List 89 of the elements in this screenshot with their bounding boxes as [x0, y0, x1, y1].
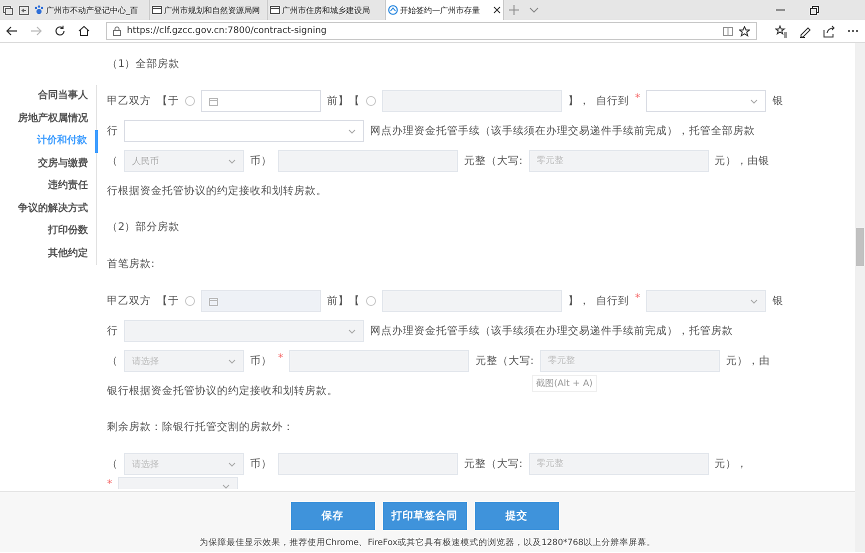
sidebar-item[interactable]: 交房与缴费	[0, 152, 96, 175]
form-text: 自行到	[596, 94, 629, 108]
required-mark: *	[635, 292, 640, 304]
chevron-down-icon	[750, 98, 758, 104]
form-text: 元整（大写:	[464, 457, 523, 471]
home-icon[interactable]	[78, 25, 90, 37]
form-text: （	[107, 457, 118, 471]
browser-tab[interactable]: 开始签约—广州市存量	[386, 0, 504, 20]
form-text: 甲乙双方	[107, 294, 151, 308]
form-text: 币）	[250, 154, 272, 168]
reading-view-icon[interactable]	[723, 26, 734, 36]
form-text: 元整（大写:	[464, 154, 523, 168]
chevron-down-icon	[348, 328, 356, 334]
refresh-icon[interactable]	[54, 25, 66, 37]
required-mark: *	[635, 92, 640, 104]
form-text: 行	[107, 324, 118, 338]
radio-button[interactable]	[185, 96, 195, 106]
close-icon[interactable]	[493, 6, 501, 14]
form-text: 元），由银	[714, 154, 770, 168]
form-text: 币）	[250, 354, 272, 368]
favorites-icon[interactable]	[774, 24, 788, 38]
browser-tab[interactable]: 广州市不动产登记中心_百	[32, 0, 150, 20]
chevron-down-icon	[228, 358, 236, 364]
pen-icon[interactable]	[798, 24, 812, 38]
browser-hint: 为保障最佳显示效果，推荐使用Chrome、FireFox或其它具有极速模式的浏览器，以及1280*768以上分辨率屏幕。	[199, 537, 656, 549]
form-text: 甲乙双方	[107, 94, 151, 108]
forward-icon[interactable]	[30, 25, 42, 37]
chevron-down-icon	[228, 158, 236, 164]
select-field[interactable]	[124, 120, 364, 142]
form-text: 元整（大写:	[475, 354, 534, 368]
required-mark: *	[278, 352, 284, 364]
back-icon[interactable]	[6, 25, 18, 37]
date-field[interactable]	[201, 90, 321, 112]
form-text: （	[107, 154, 118, 168]
minimize-icon[interactable]	[776, 9, 784, 11]
restore-icon[interactable]	[810, 6, 818, 14]
form-text: （	[107, 354, 118, 368]
form-text: 【于	[157, 294, 179, 308]
star-icon[interactable]	[739, 26, 750, 36]
form-text: 币）	[250, 457, 272, 471]
form-text: 前】【	[327, 294, 360, 308]
form-text: 前】【	[327, 94, 360, 108]
form-text: 】，	[568, 294, 590, 308]
paw-icon	[34, 5, 44, 15]
sidebar-item[interactable]: 打印份数	[0, 220, 96, 242]
form-text: 自行到	[596, 294, 629, 308]
tab-actions-icon[interactable]	[3, 6, 13, 14]
lock-icon	[112, 26, 121, 36]
calendar-icon	[209, 296, 218, 306]
form-text: 行根据资金托管协议的约定接收和划转房款。	[107, 184, 327, 199]
chevron-down-icon	[228, 462, 236, 466]
sidebar-item[interactable]: 其他约定	[0, 242, 96, 265]
chevron-down-icon[interactable]	[529, 7, 539, 13]
form-text: 银	[772, 294, 784, 308]
section-heading: （1）全部房款	[107, 57, 180, 72]
sidebar-item[interactable]: 违约责任	[0, 175, 96, 198]
chevron-down-icon	[750, 298, 758, 304]
address-bar[interactable]: https://clf.gzcc.gov.cn:7800/contract-signing	[106, 22, 758, 40]
select-field[interactable]	[646, 90, 766, 112]
sidebar-item[interactable]: 房地产权属情况	[0, 108, 96, 130]
scrollbar[interactable]	[855, 43, 865, 552]
form-label: 剩余房款：除银行托管交割的房款外：	[107, 420, 294, 435]
chevron-down-icon	[222, 484, 230, 489]
radio-button[interactable]	[366, 296, 376, 306]
page-icon	[270, 5, 280, 15]
radio-button[interactable]	[185, 296, 195, 306]
form-text: 元），由	[726, 354, 770, 368]
form-text: 银行根据资金托管协议的约定接收和划转房款。	[107, 384, 338, 399]
form-text: 银	[772, 94, 784, 108]
new-tab-icon[interactable]	[509, 5, 519, 15]
sidebar-item[interactable]: 合同当事人	[0, 85, 96, 108]
required-mark: *	[107, 478, 112, 490]
page-icon	[152, 5, 162, 15]
form-text: 网点办理资金托管手续（该手续须在办理交易递件手续前完成），托管房款	[370, 324, 733, 338]
tooltip: 截图(Alt + A)	[532, 375, 597, 392]
form-text: 【于	[157, 94, 179, 108]
tabs-aside-icon[interactable]	[19, 6, 29, 14]
chevron-down-icon	[348, 128, 356, 134]
radio-button[interactable]	[366, 96, 376, 106]
sidebar-item[interactable]: 争议的解决方式	[0, 198, 96, 220]
form-text: 网点办理资金托管手续（该手续须在办理交易递件手续前完成），托管全部房款	[370, 124, 755, 138]
browser-tab[interactable]: 广州市规划和自然资源局网	[150, 0, 268, 20]
calendar-icon	[209, 96, 218, 106]
form-text: 元），	[714, 457, 748, 471]
form-text: 】，	[568, 94, 590, 108]
section-heading: （2）部分房款	[107, 220, 180, 235]
form-label: 首笔房款:	[107, 257, 155, 272]
form-text: 行	[107, 124, 118, 138]
share-icon[interactable]	[822, 24, 836, 38]
